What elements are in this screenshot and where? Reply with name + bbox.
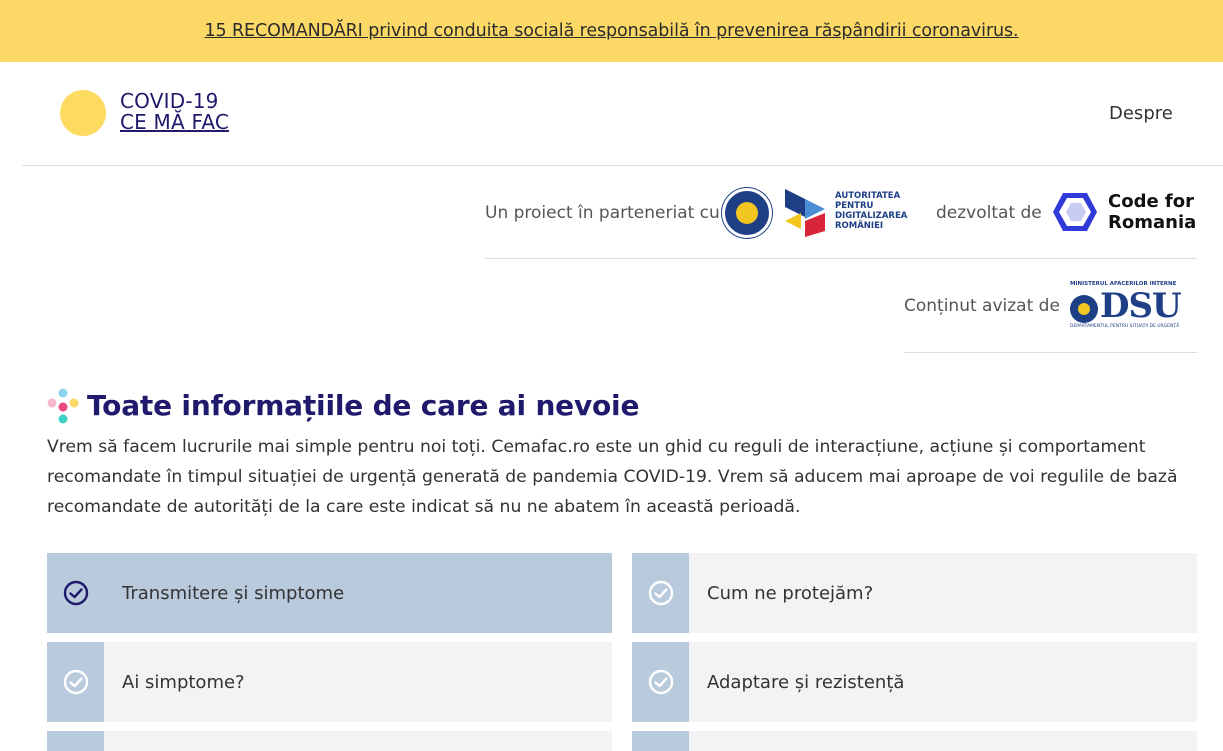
logo-line-2: CE MĂ FAC	[120, 110, 230, 134]
dsu-seal-icon	[1070, 295, 1098, 323]
endorsement-row: Conținut avizat de MINISTERUL AFACERILOR…	[904, 277, 1197, 353]
topic-card-transmitere[interactable]: Transmitere și simptome	[47, 553, 612, 633]
topic-card-label: Adaptare și rezistență	[707, 671, 905, 693]
topic-card-partial[interactable]	[47, 731, 612, 751]
partnership-label: Un proiect în parteneriat cu	[485, 203, 720, 223]
government-seal-logo[interactable]	[722, 188, 772, 238]
topic-card-partial[interactable]	[632, 731, 1197, 751]
topic-card-icon-box	[47, 642, 104, 722]
topic-card-label: Transmitere și simptome	[122, 582, 345, 604]
adr-logo-icon[interactable]	[783, 187, 827, 237]
topic-card-icon-box	[47, 731, 104, 751]
code-for-romania-logo-icon[interactable]	[1051, 191, 1099, 233]
adr-logo-text: AUTORITATEA PENTRU DIGITALIZAREA ROMÂNIE…	[835, 191, 908, 231]
section-description: Vrem să facem lucrurile mai simple pentr…	[47, 437, 1178, 517]
check-circle-icon	[648, 669, 673, 695]
check-circle-icon	[648, 580, 673, 606]
section-title: Toate informațiile de care ai nevoie	[87, 389, 640, 422]
partners-row: Un proiect în parteneriat cu AUTORITATEA…	[485, 183, 1197, 259]
recommendations-link[interactable]: 15 RECOMANDĂRI privind conduita socială …	[204, 21, 1018, 41]
topic-card-icon-box	[632, 731, 689, 751]
topic-card-icon-box	[47, 553, 104, 633]
topic-card-label: Cum ne protejăm?	[707, 582, 874, 604]
dsu-logo-wordmark: DSU	[1100, 286, 1182, 326]
topic-card-protectie[interactable]: Cum ne protejăm?	[632, 553, 1197, 633]
logo-dot-icon[interactable]	[60, 90, 106, 136]
announcement-banner: 15 RECOMANDĂRI privind conduita socială …	[0, 0, 1223, 62]
topic-card-icon-box	[632, 553, 689, 633]
site-header: COVID-19 CE MĂ FAC Despre	[22, 62, 1223, 166]
dsu-logo-bottom-text: DEPARTAMENTUL PENTRU SITUAȚII DE URGENȚĂ	[1070, 324, 1180, 329]
check-circle-icon	[63, 580, 88, 606]
site-logo[interactable]: COVID-19 CE MĂ FAC	[120, 91, 229, 133]
check-circle-icon	[63, 669, 88, 695]
topic-card-icon-box	[632, 642, 689, 722]
colorful-dots-icon	[47, 388, 79, 424]
topic-card-adaptare[interactable]: Adaptare și rezistență	[632, 642, 1197, 722]
dsu-logo[interactable]: MINISTERUL AFACERILOR INTERNE DSU DEPART…	[1070, 281, 1185, 331]
topic-card-simptome[interactable]: Ai simptome?	[47, 642, 612, 722]
topic-card-label: Ai simptome?	[122, 671, 245, 693]
code-for-romania-logo-text[interactable]: Code for Romania	[1108, 191, 1196, 233]
nav-despre-link[interactable]: Despre	[1109, 103, 1173, 124]
developed-by-label: dezvoltat de	[936, 203, 1042, 223]
endorsed-by-label: Conținut avizat de	[904, 296, 1060, 316]
